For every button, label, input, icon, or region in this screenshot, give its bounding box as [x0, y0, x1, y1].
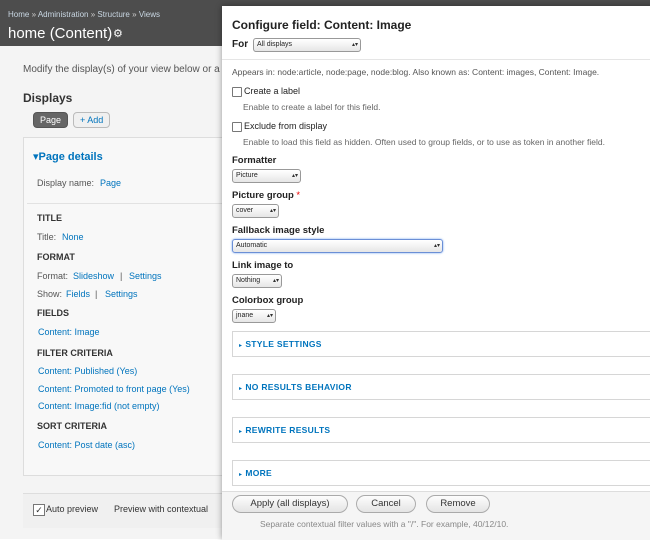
for-displays-select[interactable]: All displays ▴▾ — [253, 38, 361, 52]
contextual-filter-note: Separate contextual filter values with a… — [260, 519, 509, 529]
breadcrumb-separator: » — [31, 10, 37, 19]
filter-link[interactable]: Content: Promoted to front page (Yes) — [38, 384, 190, 394]
title-label: Title: — [37, 232, 57, 242]
format-label: Format: — [37, 271, 69, 281]
apply-button[interactable]: Apply (all displays) — [232, 495, 348, 513]
fields-section-heading: FIELDS — [37, 308, 70, 318]
for-label: For — [232, 39, 249, 50]
divider — [222, 59, 650, 60]
exclude-display-help: Enable to load this field as hidden. Oft… — [243, 137, 605, 147]
exclude-display-checkbox[interactable] — [232, 122, 242, 132]
create-label-help: Enable to create a label for this field. — [243, 102, 381, 112]
select-arrows-icon: ▴▾ — [291, 173, 298, 179]
field-link[interactable]: Content: Image — [38, 327, 100, 337]
create-label-label: Create a label — [244, 86, 301, 96]
sort-section-heading: SORT CRITERIA — [37, 421, 108, 431]
colorbox-group-select[interactable]: jnane ▴▾ — [232, 309, 276, 323]
fallback-style-select[interactable]: Automatic ▴▾ — [232, 239, 443, 253]
select-arrows-icon: ▴▾ — [266, 313, 273, 319]
pipe-separator: | — [95, 289, 98, 299]
required-marker: * — [296, 190, 301, 201]
filter-link[interactable]: Content: Image:fid (not empty) — [38, 401, 160, 411]
add-display-button[interactable]: + Add — [73, 112, 111, 128]
auto-preview-checkbox[interactable]: ✓ — [33, 504, 45, 516]
dialog-title: Configure field: Content: Image — [232, 18, 412, 32]
fieldset-label: MORE — [245, 468, 273, 478]
triangle-right-icon: ▸ — [239, 472, 243, 478]
formatter-value: Picture — [236, 172, 258, 179]
triangle-right-icon: ▸ — [239, 386, 243, 392]
title-section-heading: TITLE — [37, 213, 62, 223]
fallback-style-label: Fallback image style — [232, 225, 325, 236]
displays-heading: Displays — [23, 91, 73, 105]
for-displays-value: All displays — [257, 41, 293, 48]
page-details-toggle[interactable]: ▾Page details — [33, 150, 103, 163]
filter-link[interactable]: Content: Published (Yes) — [38, 366, 137, 376]
format-settings-link[interactable]: Settings — [129, 271, 162, 281]
no-results-toggle[interactable]: ▸ NO RESULTS BEHAVIOR — [239, 382, 352, 392]
triangle-right-icon: ▸ — [239, 343, 243, 349]
show-fields-link[interactable]: Fields — [66, 289, 90, 299]
picture-group-select[interactable]: cover ▴▾ — [232, 204, 279, 218]
auto-preview-label: Auto preview — [46, 504, 99, 514]
picture-group-label: Picture group * — [232, 190, 300, 201]
select-arrows-icon: ▴▾ — [269, 208, 276, 214]
colorbox-group-label: Colorbox group — [232, 295, 304, 306]
show-settings-link[interactable]: Settings — [105, 289, 138, 299]
show-label: Show: — [37, 289, 63, 299]
breadcrumb-separator: » — [132, 10, 137, 19]
colorbox-group-value: jnane — [236, 312, 254, 319]
filter-section-heading: FILTER CRITERIA — [37, 348, 113, 358]
page-title: home (Content) — [8, 25, 113, 42]
style-settings-fieldset[interactable]: ▸ STYLE SETTINGS — [232, 331, 650, 357]
breadcrumb-views[interactable]: Views — [139, 10, 160, 19]
divider — [27, 203, 227, 204]
picture-group-label-text: Picture group — [232, 190, 294, 201]
link-image-select[interactable]: Nothing ▴▾ — [232, 274, 282, 288]
select-arrows-icon: ▴▾ — [433, 243, 440, 249]
appears-in-description: Appears in: node:article, node:page, nod… — [232, 67, 600, 77]
picture-group-value: cover — [236, 207, 254, 214]
breadcrumb: Home » Administration » Structure » View… — [8, 10, 160, 19]
dialog-button-bar: Apply (all displays) Cancel Remove — [222, 491, 650, 540]
format-section-heading: FORMAT — [37, 252, 75, 262]
formatter-label: Formatter — [232, 155, 277, 166]
fieldset-label: NO RESULTS BEHAVIOR — [245, 382, 352, 392]
link-image-value: Nothing — [236, 277, 261, 284]
configure-field-dialog: Configure field: Content: Image For All … — [222, 6, 650, 540]
select-arrows-icon: ▴▾ — [272, 278, 279, 284]
pipe-separator: | — [120, 271, 123, 281]
more-toggle[interactable]: ▸ MORE — [239, 468, 272, 478]
breadcrumb-structure[interactable]: Structure — [97, 10, 129, 19]
fieldset-label: REWRITE RESULTS — [245, 425, 331, 435]
exclude-display-label: Exclude from display — [244, 121, 328, 131]
preview-contextual-label: Preview with contextual — [114, 504, 209, 514]
display-name-label: Display name: — [37, 178, 95, 188]
view-description: Modify the display(s) of your view below… — [23, 64, 220, 75]
style-settings-toggle[interactable]: ▸ STYLE SETTINGS — [239, 339, 322, 349]
sort-link[interactable]: Content: Post date (asc) — [38, 440, 135, 450]
more-fieldset[interactable]: ▸ MORE — [232, 460, 650, 486]
select-arrows-icon: ▴▾ — [351, 42, 358, 48]
display-name-link[interactable]: Page — [100, 178, 121, 188]
remove-button[interactable]: Remove — [426, 495, 490, 513]
breadcrumb-administration[interactable]: Administration — [38, 10, 89, 19]
formatter-select[interactable]: Picture ▴▾ — [232, 169, 301, 183]
cancel-button[interactable]: Cancel — [356, 495, 416, 513]
link-image-label: Link image to — [232, 260, 294, 271]
fieldset-label: STYLE SETTINGS — [245, 339, 322, 349]
triangle-right-icon: ▸ — [239, 429, 243, 435]
fallback-style-value: Automatic — [236, 242, 268, 249]
gear-icon[interactable]: ⚙ — [113, 27, 123, 40]
rewrite-results-toggle[interactable]: ▸ REWRITE RESULTS — [239, 425, 330, 435]
title-none-link[interactable]: None — [62, 232, 84, 242]
format-slideshow-link[interactable]: Slideshow — [73, 271, 114, 281]
rewrite-results-fieldset[interactable]: ▸ REWRITE RESULTS — [232, 417, 650, 443]
display-tab-page[interactable]: Page — [33, 112, 69, 128]
breadcrumb-separator: » — [90, 10, 96, 19]
breadcrumb-home[interactable]: Home — [8, 10, 29, 19]
create-label-checkbox[interactable] — [232, 87, 242, 97]
no-results-fieldset[interactable]: ▸ NO RESULTS BEHAVIOR — [232, 374, 650, 400]
